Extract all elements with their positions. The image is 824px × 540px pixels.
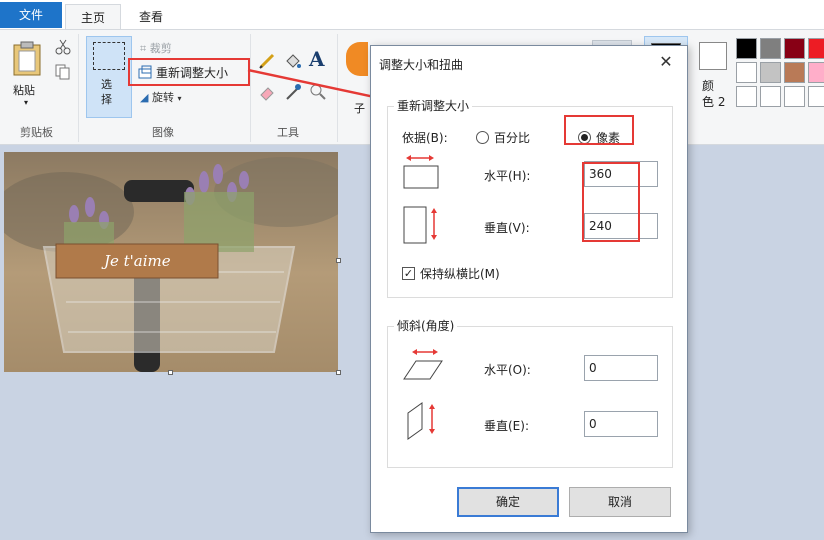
paste-label: 粘贴	[13, 84, 35, 97]
chevron-down-icon: ▾	[177, 94, 182, 103]
sign-text: Je t'aime	[104, 252, 171, 270]
resize-handle[interactable]	[336, 258, 341, 263]
close-icon: ✕	[659, 52, 673, 71]
select-button[interactable]: 选 择	[86, 36, 132, 118]
crop-button[interactable]: ⌗ 裁剪	[140, 40, 172, 56]
crop-label: 裁剪	[149, 42, 172, 55]
eraser-icon[interactable]	[258, 83, 276, 101]
skew-horizontal-label: 水平(O):	[484, 363, 531, 377]
color2-label: 颜 色 2	[702, 79, 726, 109]
group-separator	[337, 34, 338, 142]
tab-view[interactable]: 查看	[122, 4, 180, 30]
keep-ratio-label: 保持纵横比(M)	[420, 267, 500, 281]
dialog-title: 调整大小和扭曲	[379, 58, 464, 72]
color-swatch[interactable]	[784, 62, 805, 83]
close-button[interactable]: ✕	[653, 52, 679, 74]
tab-home[interactable]: 主页	[65, 4, 121, 30]
by-label: 依据(B):	[402, 131, 448, 145]
highlight-resize-button	[128, 58, 250, 86]
brushes-button[interactable]	[346, 42, 368, 76]
magnifier-icon[interactable]	[309, 83, 327, 101]
bicycle-basket-photo	[4, 152, 338, 372]
ok-button[interactable]: 确定	[457, 487, 559, 517]
skew-legend: 倾斜(角度)	[394, 317, 458, 334]
tab-file[interactable]: 文件	[0, 2, 62, 28]
copy-icon[interactable]	[55, 64, 71, 80]
cut-icon[interactable]	[55, 39, 71, 55]
color-swatch[interactable]	[760, 62, 781, 83]
horizontal-skew-icon	[403, 349, 443, 380]
horizontal-label: 水平(H):	[484, 169, 531, 183]
highlight-pixels-option	[564, 115, 634, 145]
color-swatch[interactable]	[784, 86, 805, 107]
rotate-label: 旋转	[151, 91, 174, 104]
ribbon-tab-bar: 文件 主页 查看	[0, 0, 824, 30]
skew-horizontal-input[interactable]: 0	[584, 355, 658, 381]
horizontal-resize-icon	[403, 155, 439, 189]
color-swatch[interactable]	[736, 38, 757, 59]
vertical-label: 垂直(V):	[484, 221, 530, 235]
text-tool-icon[interactable]: A	[309, 47, 325, 71]
resize-handle[interactable]	[168, 370, 173, 375]
skew-vertical-input[interactable]: 0	[584, 411, 658, 437]
color-picker-icon[interactable]	[284, 83, 302, 101]
percent-label: 百分比	[494, 131, 531, 145]
resize-handle[interactable]	[336, 370, 341, 375]
rotate-button[interactable]: ◢ 旋转 ▾	[140, 89, 181, 105]
resize-legend: 重新调整大小	[394, 97, 473, 114]
vertical-skew-icon	[407, 402, 435, 440]
group-label-tools: 工具	[277, 126, 299, 139]
color-swatch[interactable]	[736, 62, 757, 83]
color-swatch[interactable]	[808, 38, 824, 59]
keep-ratio-checkbox[interactable]: ✓	[402, 267, 415, 280]
fill-bucket-icon[interactable]	[284, 52, 302, 70]
group-separator	[78, 34, 79, 142]
crop-icon: ⌗	[140, 42, 147, 55]
percent-radio[interactable]	[476, 131, 489, 144]
group-label-image: 图像	[152, 126, 174, 139]
color-swatch[interactable]	[808, 86, 824, 107]
color2-swatch	[699, 42, 727, 70]
brushes-label: 子	[354, 102, 365, 115]
resize-skew-dialog: 调整大小和扭曲 ✕ 重新调整大小 依据(B): 百分比 像素 水平(H): 36…	[370, 45, 688, 533]
skew-group: 倾斜(角度) 水平(O): 0 垂直(E): 0	[387, 317, 673, 468]
selection-rect-icon	[93, 42, 125, 70]
canvas-image[interactable]: Je t'aime	[4, 152, 338, 372]
color-swatch[interactable]	[736, 86, 757, 107]
color2-button[interactable]: 颜 色 2	[696, 38, 730, 118]
skew-vertical-label: 垂直(E):	[484, 419, 529, 433]
vertical-resize-icon	[403, 206, 437, 244]
group-label-clipboard: 剪贴板	[20, 126, 53, 139]
highlight-size-values	[582, 162, 640, 242]
color-swatch[interactable]	[784, 38, 805, 59]
color-swatch[interactable]	[760, 86, 781, 107]
chevron-down-icon: ▾	[24, 98, 29, 107]
rotate-icon: ◢	[140, 91, 149, 104]
select-label: 选 择	[101, 78, 112, 106]
paste-button[interactable]: 粘贴 ▾	[8, 36, 48, 114]
group-separator	[250, 34, 251, 142]
cancel-button[interactable]: 取消	[569, 487, 671, 517]
color-swatch[interactable]	[760, 38, 781, 59]
pencil-icon[interactable]	[258, 52, 276, 70]
color-swatch[interactable]	[808, 62, 824, 83]
clipboard-icon	[13, 41, 41, 76]
